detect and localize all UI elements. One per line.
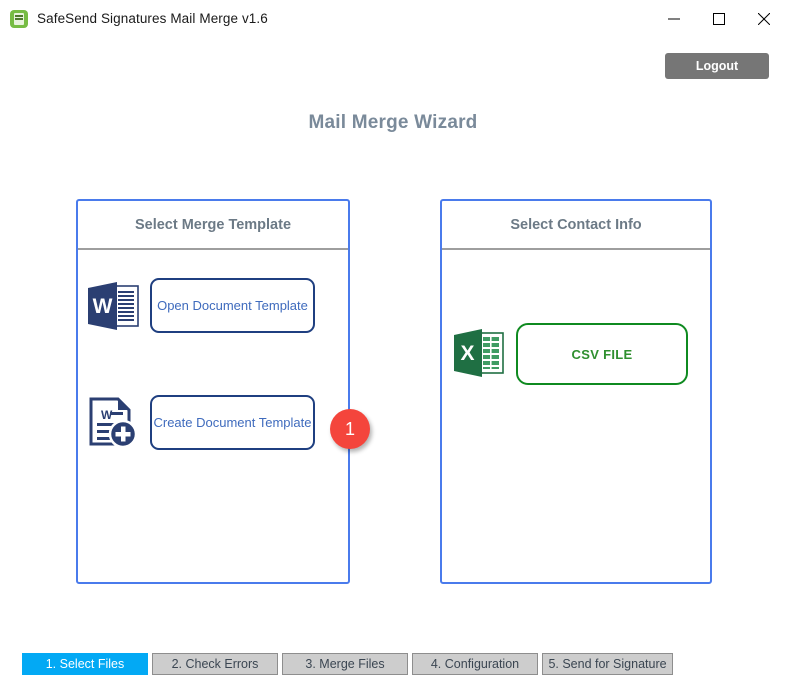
panel-title-merge-template: Select Merge Template: [78, 201, 348, 250]
step-badge-1: 1: [330, 409, 370, 449]
window-title: SafeSend Signatures Mail Merge v1.6: [37, 11, 268, 26]
minimize-icon[interactable]: [651, 0, 696, 38]
svg-text:X: X: [460, 342, 474, 365]
close-icon[interactable]: [741, 0, 786, 38]
word-document-add-icon: W: [84, 396, 142, 450]
open-document-template-button[interactable]: Open Document Template: [150, 278, 315, 333]
logout-button[interactable]: Logout: [665, 53, 769, 79]
tab-send-for-signature[interactable]: 5. Send for Signature: [542, 653, 673, 675]
excel-spreadsheet-icon: X: [450, 327, 508, 381]
page-title: Mail Merge Wizard: [308, 112, 478, 133]
row-create-document-template: W Create Document Template: [84, 395, 315, 450]
csv-file-button[interactable]: CSV FILE: [516, 323, 688, 385]
panel-title-contact-info: Select Contact Info: [442, 201, 710, 250]
create-document-template-button[interactable]: Create Document Template: [150, 395, 315, 450]
tab-configuration[interactable]: 4. Configuration: [412, 653, 538, 675]
svg-text:W: W: [93, 295, 113, 318]
safesend-app-icon: [10, 9, 28, 28]
word-document-icon: W: [84, 280, 142, 332]
panel-select-merge-template: Select Merge Template W Open Document Te…: [76, 199, 350, 584]
wizard-step-tabs: 1. Select Files 2. Check Errors 3. Merge…: [22, 653, 673, 675]
maximize-icon[interactable]: [696, 0, 741, 38]
row-open-document-template: W Open Document Template: [84, 278, 315, 333]
tab-check-errors[interactable]: 2. Check Errors: [152, 653, 278, 675]
panel-select-contact-info: Select Contact Info X CSV FILE: [440, 199, 712, 584]
title-bar: SafeSend Signatures Mail Merge v1.6: [0, 0, 786, 38]
tab-select-files[interactable]: 1. Select Files: [22, 653, 148, 675]
tab-merge-files[interactable]: 3. Merge Files: [282, 653, 408, 675]
window-controls: [651, 0, 786, 38]
row-csv-file: X CSV FILE: [450, 323, 688, 385]
